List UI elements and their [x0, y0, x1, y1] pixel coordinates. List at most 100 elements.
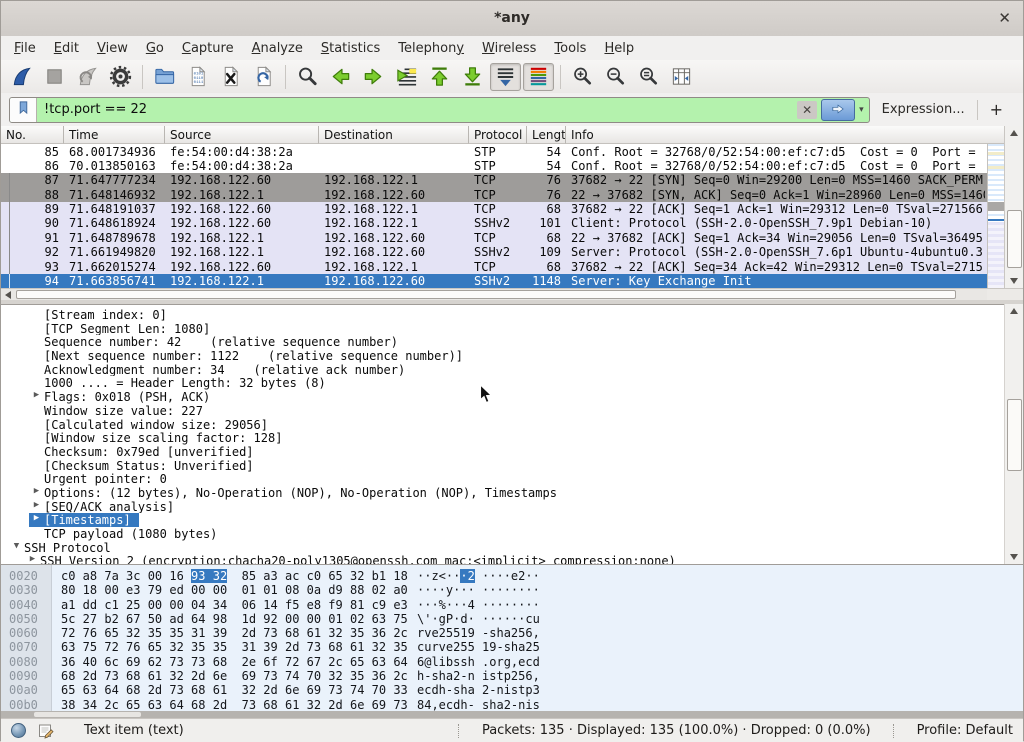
packet-row[interactable]: 8568.001734936fe:54:00:d4:38:2aSTP54Conf… — [1, 144, 987, 158]
hex-row[interactable]: 007063 75 72 76 65 32 35 35 31 39 2d 73 … — [1, 640, 1023, 654]
detail-line[interactable]: Sequence number: 42 (relative sequence n… — [1, 335, 1023, 349]
detail-line[interactable]: [TCP Segment Len: 1080] — [1, 322, 1023, 336]
packet-row[interactable]: 8871.648146932192.168.122.1192.168.122.6… — [1, 187, 987, 201]
scrollbar-thumb[interactable] — [1007, 210, 1022, 268]
capture-comment-icon[interactable] — [38, 723, 54, 739]
column-header-source[interactable]: Source — [165, 126, 319, 144]
go-first-packet-button[interactable] — [424, 63, 455, 91]
detail-line[interactable]: ▶[Timestamps] — [1, 513, 1023, 527]
packet-row[interactable]: 9371.662015274192.168.122.60192.168.122.… — [1, 259, 987, 273]
menu-file[interactable]: File — [5, 38, 45, 59]
expression-button[interactable]: Expression... — [870, 102, 977, 117]
menu-capture[interactable]: Capture — [173, 38, 243, 59]
detail-line[interactable]: ▶Flags: 0x018 (PSH, ACK) — [1, 390, 1023, 404]
detail-line[interactable]: Checksum: 0x79ed [unverified] — [1, 445, 1023, 459]
hex-row[interactable]: 009068 2d 73 68 61 32 2d 6e 69 73 74 70 … — [1, 669, 1023, 683]
menu-wireless[interactable]: Wireless — [473, 38, 545, 59]
detail-line[interactable]: ▶[SEQ/ACK analysis] — [1, 500, 1023, 514]
scroll-left-arrow-icon[interactable] — [1, 289, 15, 300]
menu-telephony[interactable]: Telephony — [389, 38, 473, 59]
menu-view[interactable]: View — [88, 38, 137, 59]
packet-row[interactable]: 9171.648789678192.168.122.1192.168.122.6… — [1, 230, 987, 244]
go-last-packet-button[interactable] — [457, 63, 488, 91]
capture-options-button[interactable] — [105, 63, 136, 91]
detail-line[interactable]: ▶SSH Version 2 (encryption:chacha20-poly… — [1, 554, 1023, 564]
column-header-length[interactable]: Length — [527, 126, 566, 144]
filter-dropdown-caret-icon[interactable]: ▾ — [857, 105, 869, 115]
packet-list-vertical-scrollbar[interactable] — [1004, 126, 1023, 288]
start-capture-button[interactable] — [6, 63, 37, 91]
restart-capture-button[interactable] — [72, 63, 103, 91]
hex-row[interactable]: 006072 76 65 32 35 35 31 39 2d 73 68 61 … — [1, 626, 1023, 640]
expander-open-icon[interactable]: ▼ — [9, 541, 24, 551]
column-header-time[interactable]: Time — [64, 126, 165, 144]
zoom-in-button[interactable] — [567, 63, 598, 91]
filter-clear-button[interactable]: ✕ — [797, 101, 817, 119]
hex-row[interactable]: 0040a1 dd c1 25 00 00 04 34 06 14 f5 e8 … — [1, 598, 1023, 612]
detail-line[interactable]: [Calculated window size: 29056] — [1, 418, 1023, 432]
scroll-down-arrow-icon[interactable] — [1005, 274, 1023, 288]
expander-closed-icon[interactable]: ▶ — [29, 513, 44, 523]
detail-line[interactable]: 1000 .... = Header Length: 32 bytes (8) — [1, 376, 1023, 390]
colorize-packets-button[interactable] — [523, 63, 554, 91]
add-filter-button[interactable]: + — [978, 100, 1015, 119]
menu-statistics[interactable]: Statistics — [312, 38, 389, 59]
go-to-packet-button[interactable] — [391, 63, 422, 91]
details-vertical-scrollbar[interactable] — [1004, 304, 1023, 564]
column-header-protocol[interactable]: Protocol — [469, 126, 527, 144]
packet-row[interactable]: 9271.661949820192.168.122.1192.168.122.6… — [1, 245, 987, 259]
detail-line[interactable]: [Checksum Status: Unverified] — [1, 459, 1023, 473]
scroll-up-arrow-icon[interactable] — [1005, 126, 1023, 140]
scroll-down-arrow-icon[interactable] — [1005, 550, 1023, 564]
detail-line[interactable]: Acknowledgment number: 34 (relative ack … — [1, 363, 1023, 377]
packet-row[interactable]: 8670.013850163fe:54:00:d4:38:2aSTP54Conf… — [1, 158, 987, 172]
hex-horizontal-scrollbar[interactable] — [1, 711, 1023, 718]
close-window-icon[interactable]: ✕ — [998, 9, 1011, 27]
packet-row[interactable]: 9071.648618924192.168.122.60192.168.122.… — [1, 216, 987, 230]
detail-line[interactable]: TCP payload (1080 bytes) — [1, 527, 1023, 541]
resize-columns-button[interactable] — [666, 63, 697, 91]
scrollbar-thumb[interactable] — [16, 290, 956, 299]
menu-tools[interactable]: Tools — [545, 38, 595, 59]
hex-row[interactable]: 00505c 27 b2 67 50 ad 64 98 1d 92 00 00 … — [1, 612, 1023, 626]
reload-capture-file-button[interactable] — [248, 63, 279, 91]
filter-bookmark-button[interactable] — [10, 98, 37, 122]
scroll-up-arrow-icon[interactable] — [1005, 304, 1023, 318]
detail-line[interactable]: [Stream index: 0] — [1, 308, 1023, 322]
hex-row[interactable]: 0020c0 a8 7a 3c 00 16 93 32 85 a3 ac c0 … — [1, 569, 1023, 583]
auto-scroll-button[interactable] — [490, 63, 521, 91]
hex-row[interactable]: 003080 18 00 e3 79 ed 00 00 01 01 08 0a … — [1, 583, 1023, 597]
column-header-info[interactable]: Info — [566, 126, 1007, 144]
filter-apply-button[interactable] — [821, 99, 855, 121]
detail-line[interactable]: Window size value: 227 — [1, 404, 1023, 418]
expander-closed-icon[interactable]: ▶ — [29, 390, 44, 400]
detail-line[interactable]: [Next sequence number: 1122 (relative se… — [1, 349, 1023, 363]
expert-info-icon[interactable] — [11, 723, 26, 738]
menu-analyze[interactable]: Analyze — [243, 38, 312, 59]
zoom-out-button[interactable] — [600, 63, 631, 91]
expander-closed-icon[interactable]: ▶ — [29, 486, 44, 496]
stop-capture-button[interactable] — [39, 63, 70, 91]
detail-line[interactable]: ▼SSH Protocol — [1, 541, 1023, 555]
menu-go[interactable]: Go — [137, 38, 173, 59]
hex-row[interactable]: 00a065 63 64 68 2d 73 68 61 32 2d 6e 69 … — [1, 683, 1023, 697]
open-capture-file-button[interactable] — [149, 63, 180, 91]
save-capture-file-button[interactable]: 010101100111 — [182, 63, 213, 91]
expander-closed-icon[interactable]: ▶ — [25, 554, 40, 564]
hex-row[interactable]: 00b038 34 2c 65 63 64 68 2d 73 68 61 32 … — [1, 698, 1023, 711]
find-packet-button[interactable] — [292, 63, 323, 91]
menu-edit[interactable]: Edit — [45, 38, 88, 59]
close-capture-file-button[interactable] — [215, 63, 246, 91]
scrollbar-thumb[interactable] — [1007, 399, 1022, 471]
display-filter-input[interactable]: !tcp.port == 22 — [37, 102, 797, 117]
expander-closed-icon[interactable]: ▶ — [29, 500, 44, 510]
menu-help[interactable]: Help — [595, 38, 643, 59]
column-header-no[interactable]: No. — [1, 126, 64, 144]
detail-line[interactable]: [Window size scaling factor: 128] — [1, 431, 1023, 445]
packet-row[interactable]: 8771.647777234192.168.122.60192.168.122.… — [1, 173, 987, 187]
packet-row[interactable]: 8971.648191037192.168.122.60192.168.122.… — [1, 202, 987, 216]
zoom-reset-button[interactable] — [633, 63, 664, 91]
go-forward-button[interactable] — [358, 63, 389, 91]
packet-row[interactable]: 9471.663856741192.168.122.1192.168.122.6… — [1, 274, 987, 288]
column-header-destination[interactable]: Destination — [319, 126, 469, 144]
